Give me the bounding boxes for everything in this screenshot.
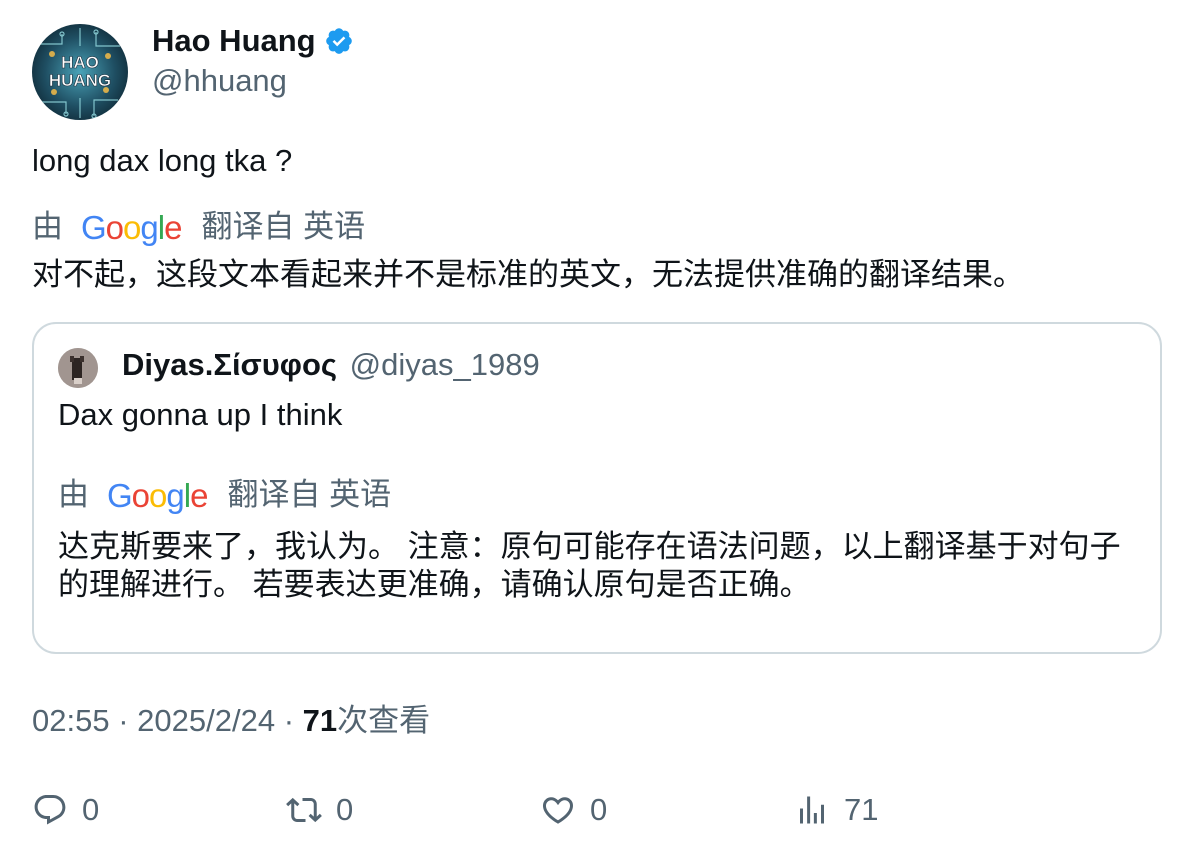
- author-avatar[interactable]: HAO HUANG: [32, 24, 128, 120]
- google-letter: e: [190, 477, 208, 514]
- tweet-time[interactable]: 02:55: [32, 703, 110, 738]
- google-letter: o: [131, 477, 150, 514]
- like-count: 0: [590, 792, 608, 827]
- author-name-row[interactable]: Hao Huang: [152, 22, 354, 60]
- reply-count: 0: [82, 792, 100, 827]
- google-letter: o: [105, 209, 124, 246]
- translation-attribution: 由 Google 翻译自 英语: [32, 208, 365, 246]
- author-name[interactable]: Hao Huang: [152, 22, 316, 60]
- reply-button[interactable]: 0: [32, 788, 99, 832]
- google-letter: o: [149, 477, 167, 514]
- meta-separator: ·: [118, 703, 129, 738]
- google-logo[interactable]: Google: [81, 209, 182, 247]
- quoted-author-avatar[interactable]: [58, 348, 98, 388]
- translate-source-label: 翻译自 英语: [227, 477, 392, 512]
- retweet-button[interactable]: 0: [286, 788, 353, 832]
- views-button[interactable]: 71: [794, 788, 878, 832]
- quoted-author-handle: @diyas_1989: [349, 347, 540, 382]
- google-letter: o: [123, 209, 141, 246]
- verified-badge-icon: [324, 26, 354, 56]
- meta-separator: ·: [283, 703, 295, 738]
- google-letter: G: [107, 477, 133, 514]
- google-letter: G: [81, 209, 107, 246]
- heart-icon: [542, 797, 574, 824]
- translate-source-label: 翻译自 英语: [201, 209, 366, 244]
- views-count: 71: [302, 703, 338, 738]
- tweet-date[interactable]: 2025/2/24: [137, 703, 275, 738]
- quoted-tweet-card[interactable]: Diyas.Σίσυφος @diyas_1989 Dax gonna up I…: [32, 322, 1162, 654]
- avatar-text-line1: HAO: [61, 53, 99, 72]
- quoted-author-name: Diyas.Σίσυφος: [122, 347, 338, 382]
- translate-by-label: 由: [32, 209, 63, 244]
- quoted-tweet-translation: 达克斯要来了，我认为。 注意：原句可能存在语法问题，以上翻译基于对句子的理解进行…: [58, 529, 1121, 602]
- google-letter: g: [140, 209, 158, 246]
- analytics-icon: [800, 796, 824, 824]
- quoted-tweet-text: Dax gonna up I think: [58, 397, 343, 432]
- quoted-translation-attribution: 由 Google 翻译自 英语: [58, 476, 391, 514]
- translate-by-label: 由: [58, 477, 89, 512]
- avatar-text-line2: HUANG: [49, 71, 111, 90]
- google-logo: Google: [107, 477, 208, 515]
- google-letter: g: [166, 477, 184, 514]
- tweet-meta: 02:55 · 2025/2/24 · 71次查看: [32, 702, 430, 740]
- author-handle[interactable]: @hhuang: [152, 62, 287, 100]
- tweet-translation: 对不起，这段文本看起来并不是标准的英文，无法提供准确的翻译结果。: [32, 257, 1024, 292]
- tweet-text: long dax long tka ?: [32, 143, 293, 178]
- retweet-count: 0: [336, 792, 354, 827]
- reply-icon: [34, 795, 66, 825]
- action-bar: 0 0 0 71: [0, 788, 1196, 832]
- like-button[interactable]: 0: [540, 788, 607, 832]
- retweet-icon: [286, 797, 322, 823]
- google-letter: e: [164, 209, 182, 246]
- views-label: 次查看: [337, 703, 431, 738]
- views-action-count: 71: [844, 792, 879, 827]
- quoted-author-row: Diyas.Σίσυφος @diyas_1989: [122, 346, 540, 384]
